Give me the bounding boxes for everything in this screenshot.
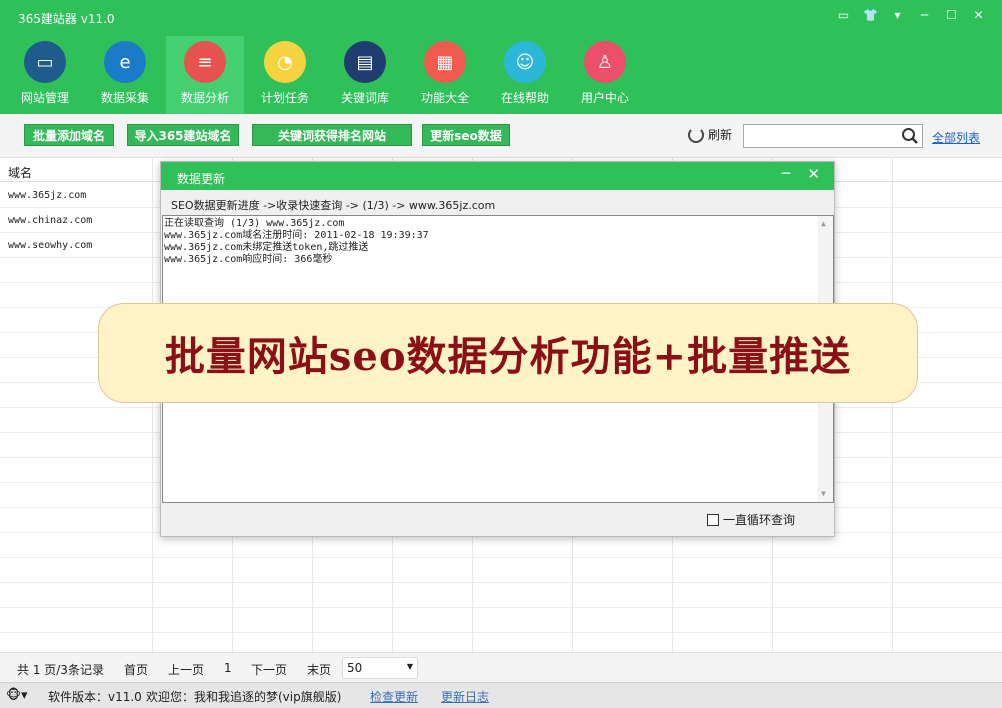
dialog-title: 数据更新	[177, 172, 226, 186]
first-page-link[interactable]: 首页	[124, 661, 148, 678]
last-page-link[interactable]: 末页	[307, 661, 331, 678]
monitor-icon: ▭	[24, 41, 66, 83]
toolbar-item-label: 数据分析	[180, 91, 229, 105]
support-icon: ☺	[504, 41, 546, 83]
menu-dropdown-icon[interactable]: ▾	[884, 6, 911, 24]
title-bar: 365建站器 v11.0 ▭ 👕 ▾ ─ ☐ ✕ ▭ 网站管理 e 数据采集 ≡ 数据分析…	[0, 0, 1002, 114]
main-toolbar: ▭ 网站管理 e 数据采集 ≡ 数据分析 ◔ 计划任务 ▤ 关键词库 ▦ 功能大全 ☺ 在线帮助 ♙ 用户中心	[6, 36, 646, 114]
promo-banner-text: 批量网站seo数据分析功能+批量推送	[164, 333, 852, 380]
window-controls: ▭ 👕 ▾ ─ ☐ ✕	[830, 6, 992, 24]
toolbar-item-7[interactable]: ♙ 用户中心	[566, 36, 644, 114]
welcome-text: 欢迎您：我和我追逐的梦(vip旗舰版)	[146, 690, 342, 704]
prev-page-link[interactable]: 上一页	[168, 661, 204, 678]
toolbar-item-label: 计划任务	[260, 91, 309, 105]
toolbar-item-label: 功能大全	[420, 91, 469, 105]
promo-banner: 批量网站seo数据分析功能+批量推送	[98, 303, 918, 403]
search-input[interactable]	[743, 124, 923, 148]
action-bar: 批量添加域名 导入365建站域名 关键词获得排名网站 更新seo数据 刷新 全部…	[0, 114, 1002, 158]
checkbox-icon[interactable]	[707, 513, 719, 526]
user-icon: ♙	[584, 41, 626, 83]
next-page-link[interactable]: 下一页	[251, 661, 287, 678]
software-version: 软件版本：v11.0	[48, 690, 142, 704]
keyword-rank-sites-button[interactable]: 关键词获得排名网站	[252, 124, 412, 146]
log-line: www.365jz.com未绑定推送token,跳过推送	[164, 242, 369, 253]
toolbar-item-3[interactable]: ◔ 计划任务	[246, 36, 324, 114]
toolbar-item-6[interactable]: ☺ 在线帮助	[486, 36, 564, 114]
column-header-domain: 域名	[8, 166, 33, 180]
table-row[interactable]: www.chinaz.com	[8, 215, 92, 226]
dialog-title-bar: 数据更新 ─ ✕	[161, 162, 834, 190]
dialog-progress-text: SEO数据更新进度 ->收录快速查询 -> (1/3) -> www.365jz…	[171, 199, 496, 212]
database-icon: ≡	[184, 41, 226, 83]
table-row[interactable]: www.seowhy.com	[8, 240, 92, 251]
dialog-minimize-icon[interactable]: ─	[782, 166, 790, 182]
toolbar-item-label: 网站管理	[20, 91, 69, 105]
batch-add-domain-button[interactable]: 批量添加域名	[24, 124, 114, 146]
toolbar-item-4[interactable]: ▤ 关键词库	[326, 36, 404, 114]
update-log-link[interactable]: 更新日志	[441, 688, 489, 705]
search-icon[interactable]	[901, 127, 919, 145]
status-bar: 🐵▾ 软件版本：v11.0 欢迎您：我和我追逐的梦(vip旗舰版) 检查更新 更…	[0, 682, 1002, 708]
pagination: 共 1 页/3条记录 首页 上一页 1 下一页 末页 50 ▼	[0, 652, 1002, 682]
app-title: 365建站器 v11.0	[18, 12, 115, 26]
feedback-icon[interactable]: ▭	[830, 6, 857, 24]
table-row[interactable]: www.365jz.com	[8, 190, 86, 201]
clock-icon: ◔	[264, 41, 306, 83]
page-size-value: 50	[347, 661, 363, 675]
ie-logo-icon: e	[104, 41, 146, 83]
import-365-domain-button[interactable]: 导入365建站域名	[127, 124, 239, 146]
update-seo-data-button[interactable]: 更新seo数据	[422, 124, 510, 146]
grid-icon: ▦	[424, 41, 466, 83]
chevron-down-icon: ▼	[406, 662, 413, 671]
toolbar-item-label: 关键词库	[340, 91, 389, 105]
scroll-up-icon[interactable]: ▲	[821, 218, 826, 230]
log-line: www.365jz.com域名注册时间: 2011-02-18 19:39:37	[164, 230, 429, 241]
log-line: 正在读取查询 (1/3) www.365jz.com	[164, 218, 345, 229]
check-update-link[interactable]: 检查更新	[370, 688, 418, 705]
loop-query-checkbox[interactable]: 一直循环查询	[707, 511, 795, 528]
refresh-label: 刷新	[708, 128, 733, 142]
toolbar-item-label: 用户中心	[580, 91, 629, 105]
toolbar-item-5[interactable]: ▦ 功能大全	[406, 36, 484, 114]
current-page: 1	[224, 661, 232, 675]
list-all-link[interactable]: 全部列表	[932, 129, 980, 146]
scroll-down-icon[interactable]: ▼	[821, 488, 826, 500]
maximize-icon[interactable]: ☐	[938, 6, 965, 24]
refresh-icon	[688, 126, 704, 143]
app-mascot-icon[interactable]: 🐵▾	[6, 688, 28, 703]
close-icon[interactable]: ✕	[965, 6, 992, 24]
book-icon: ▤	[344, 41, 386, 83]
toolbar-item-label: 在线帮助	[500, 91, 549, 105]
dialog-close-icon[interactable]: ✕	[807, 165, 820, 183]
page-size-select[interactable]: 50 ▼	[342, 657, 418, 679]
minimize-icon[interactable]: ─	[911, 6, 938, 24]
page-summary: 共 1 页/3条记录	[17, 663, 104, 677]
toolbar-item-0[interactable]: ▭ 网站管理	[6, 36, 84, 114]
toolbar-item-label: 数据采集	[100, 91, 149, 105]
refresh-button[interactable]: 刷新	[688, 126, 732, 143]
toolbar-item-1[interactable]: e 数据采集	[86, 36, 164, 114]
log-line: www.365jz.com响应时间: 366毫秒	[164, 254, 333, 265]
toolbar-item-2[interactable]: ≡ 数据分析	[166, 36, 244, 114]
skin-icon[interactable]: 👕	[857, 6, 884, 24]
loop-query-label: 一直循环查询	[723, 513, 796, 527]
